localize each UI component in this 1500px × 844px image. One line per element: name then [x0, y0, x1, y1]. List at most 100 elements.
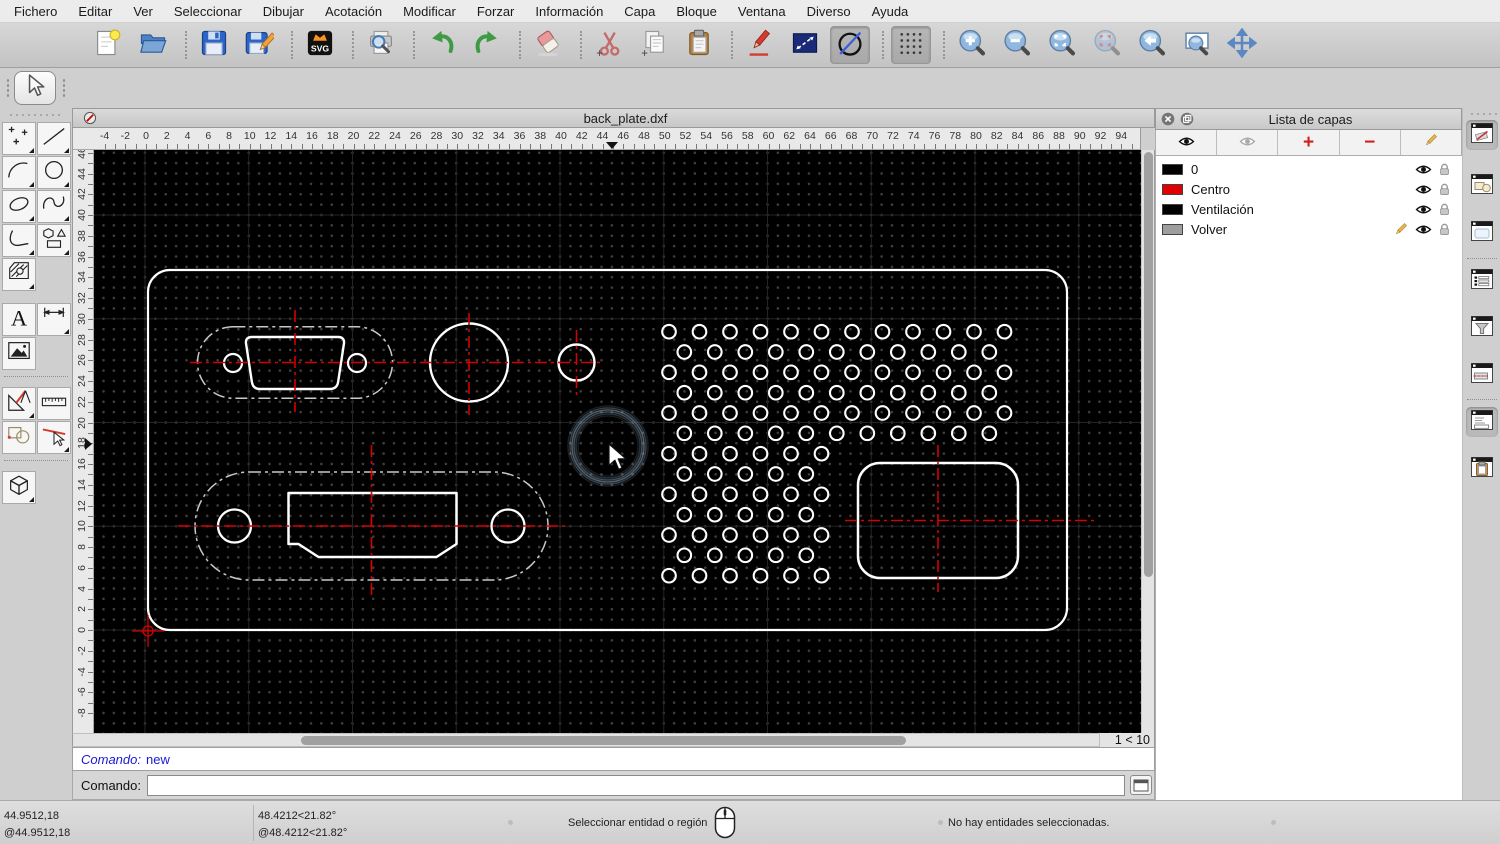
- vertical-scrollbar-thumb[interactable]: [1144, 152, 1153, 577]
- print-preview-icon: [366, 28, 396, 63]
- tool-spline-button[interactable]: [37, 190, 71, 223]
- remove-layer-button[interactable]: −: [1340, 130, 1401, 155]
- snap-grid-button[interactable]: [891, 26, 931, 64]
- menu-ver[interactable]: Ver: [133, 4, 153, 19]
- layer-row-volver[interactable]: Volver: [1156, 219, 1462, 239]
- menu-ayuda[interactable]: Ayuda: [872, 4, 909, 19]
- block-list-dock-button[interactable]: [1466, 171, 1498, 201]
- command-input[interactable]: [146, 774, 1125, 796]
- layer-lock-icon[interactable]: [1439, 203, 1450, 216]
- menu-dibujar[interactable]: Dibujar: [263, 4, 304, 19]
- zoom-window-icon: [1182, 28, 1212, 63]
- tool-polyline-button[interactable]: [2, 224, 36, 257]
- restrict-nothing-button[interactable]: [830, 26, 870, 64]
- svg-export-button[interactable]: SVG: [300, 26, 340, 64]
- menu-diverso[interactable]: Diverso: [807, 4, 851, 19]
- save-as-button[interactable]: [239, 26, 279, 64]
- flyout-indicator: [29, 250, 34, 255]
- zoom-previous-button[interactable]: [1132, 26, 1172, 64]
- zoom-window-button[interactable]: [1177, 26, 1217, 64]
- command-line-dock-button[interactable]: [1466, 407, 1498, 437]
- paste-button[interactable]: [679, 26, 719, 64]
- undo-button[interactable]: [422, 26, 462, 64]
- selection-filter-dock-button[interactable]: [1466, 313, 1498, 343]
- tool-shapes-button[interactable]: [37, 224, 71, 257]
- menu-fichero[interactable]: Fichero: [14, 4, 57, 19]
- document-title-bar[interactable]: back_plate.dxf: [72, 108, 1155, 128]
- cut-button[interactable]: +: [589, 26, 629, 64]
- new-file-button[interactable]: [88, 26, 128, 64]
- tool-select-entity-button[interactable]: [37, 421, 71, 454]
- open-file-button[interactable]: [133, 26, 173, 64]
- menu-forzar[interactable]: Forzar: [477, 4, 515, 19]
- layer-visibility-icon[interactable]: [1415, 204, 1432, 215]
- tool-dimension-button[interactable]: [37, 303, 71, 336]
- property-editor-dock-button[interactable]: [1466, 360, 1498, 390]
- dimension-settings-button[interactable]: [785, 26, 825, 64]
- tool-line-button[interactable]: [37, 122, 71, 155]
- detach-icon[interactable]: [1180, 112, 1194, 126]
- menu-ventana[interactable]: Ventana: [738, 4, 786, 19]
- horizontal-scrollbar[interactable]: [72, 733, 1100, 747]
- menu-informacion[interactable]: Información: [535, 4, 603, 19]
- ventilation-holes[interactable]: [661, 323, 1013, 584]
- drawing-canvas[interactable]: [94, 150, 1141, 733]
- menu-capa[interactable]: Capa: [624, 4, 655, 19]
- zoom-selection-button[interactable]: [1087, 26, 1127, 64]
- zoom-out-button[interactable]: [997, 26, 1037, 64]
- tool-arc-button[interactable]: [2, 156, 36, 189]
- layer-list-dock-button[interactable]: [1466, 120, 1498, 150]
- layer-color-swatch[interactable]: [1162, 203, 1183, 215]
- edit-layer-button[interactable]: [1401, 130, 1461, 155]
- layer-lock-icon[interactable]: [1439, 183, 1450, 196]
- menu-bloque[interactable]: Bloque: [676, 4, 716, 19]
- tool-points-button[interactable]: [2, 122, 36, 155]
- layer-visibility-icon[interactable]: [1415, 164, 1432, 175]
- layer-row-centro[interactable]: Centro: [1156, 179, 1462, 199]
- layer-visibility-icon[interactable]: [1415, 184, 1432, 195]
- redo-button[interactable]: [467, 26, 507, 64]
- menu-modificar[interactable]: Modificar: [403, 4, 456, 19]
- zoom-auto-button[interactable]: [1042, 26, 1082, 64]
- command-toggle-button[interactable]: [1129, 775, 1152, 795]
- tool-measure-button[interactable]: [37, 387, 71, 420]
- hide-all-layers-button[interactable]: [1217, 130, 1279, 155]
- svg-text:SVG: SVG: [311, 43, 330, 53]
- tool-solid-3d-button[interactable]: [2, 471, 36, 504]
- layer-row-0[interactable]: 0: [1156, 159, 1462, 179]
- print-preview-button[interactable]: [361, 26, 401, 64]
- tool-blocks-button[interactable]: [2, 421, 36, 454]
- clipboard-dock-button[interactable]: [1466, 454, 1498, 484]
- layer-row-ventilacion[interactable]: Ventilación: [1156, 199, 1462, 219]
- menu-seleccionar[interactable]: Seleccionar: [174, 4, 242, 19]
- tool-ellipse-button[interactable]: [2, 190, 36, 223]
- plate-outline[interactable]: [146, 268, 1069, 632]
- layer-lock-icon[interactable]: [1439, 163, 1450, 176]
- tool-modify-button[interactable]: [2, 387, 36, 420]
- layer-color-swatch[interactable]: [1162, 163, 1183, 175]
- layer-states-dock-button[interactable]: [1466, 266, 1498, 296]
- copy-button[interactable]: +: [634, 26, 674, 64]
- layer-color-swatch[interactable]: [1162, 183, 1183, 195]
- zoom-in-button[interactable]: [952, 26, 992, 64]
- pan-button[interactable]: [1222, 26, 1262, 64]
- layer-color-swatch[interactable]: [1162, 223, 1183, 235]
- show-all-layers-button[interactable]: [1156, 130, 1218, 155]
- layer-lock-icon[interactable]: [1439, 223, 1450, 236]
- vertical-scrollbar[interactable]: [1141, 150, 1155, 733]
- layer-visibility-icon[interactable]: [1415, 224, 1432, 235]
- menu-acotacion[interactable]: Acotación: [325, 4, 382, 19]
- delete-button[interactable]: [528, 26, 568, 64]
- tool-hatch-button[interactable]: [2, 258, 36, 291]
- tool-image-button[interactable]: [2, 337, 36, 370]
- tool-circle-button[interactable]: [37, 156, 71, 189]
- edit-pencil-button[interactable]: [740, 26, 780, 64]
- tool-text-button[interactable]: A: [2, 303, 36, 336]
- add-layer-button[interactable]: +: [1278, 130, 1340, 155]
- save-button[interactable]: [194, 26, 234, 64]
- close-icon[interactable]: [1161, 112, 1175, 126]
- horizontal-scrollbar-thumb[interactable]: [301, 736, 906, 745]
- select-tool-button[interactable]: [14, 71, 56, 105]
- menu-editar[interactable]: Editar: [78, 4, 112, 19]
- library-browser-dock-button[interactable]: [1466, 218, 1498, 248]
